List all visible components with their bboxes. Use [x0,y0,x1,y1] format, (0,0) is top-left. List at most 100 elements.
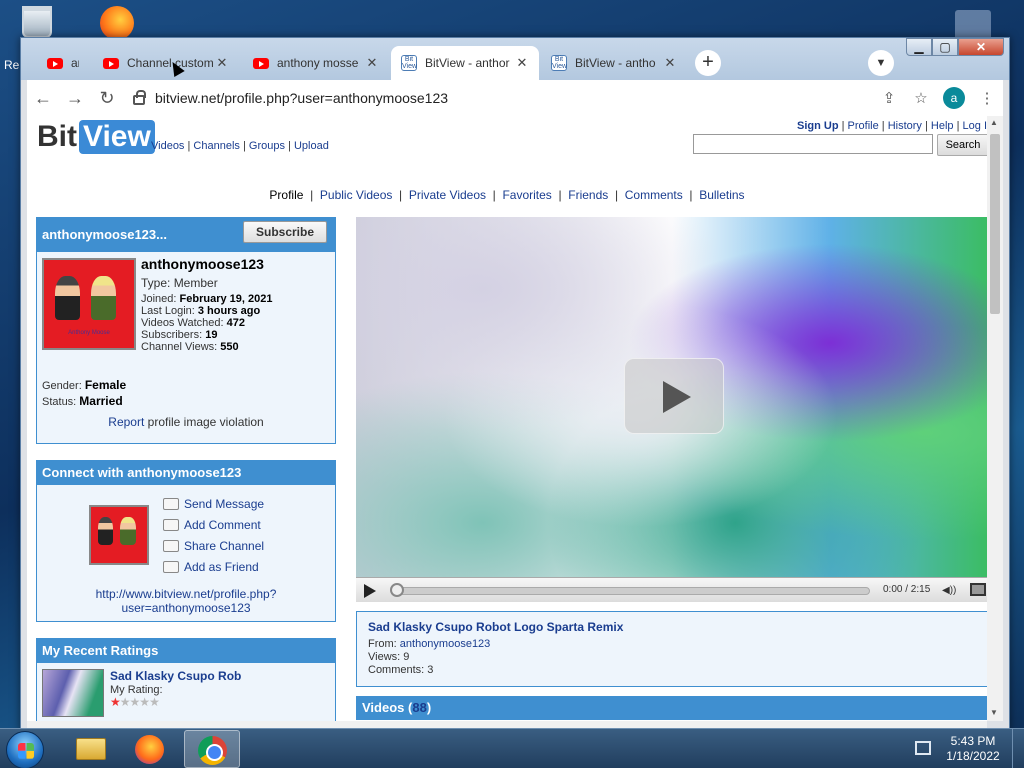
add-friend-link[interactable]: Add as Friend [184,560,259,574]
profile-box: anthonymoose123... Subscribe Anthony Moo… [36,217,336,444]
url-text[interactable]: bitview.net/profile.php?user=anthonymoos… [155,90,448,106]
taskbar-explorer[interactable] [62,730,118,768]
nav-videos[interactable]: Videos [151,140,184,152]
tab-friends[interactable]: Friends [568,188,608,202]
scroll-up-icon[interactable]: ▲ [990,118,998,127]
youtube-icon [253,57,269,69]
close-icon[interactable]: ✕ [365,55,379,71]
video-title[interactable]: Sad Klasky Csupo Robot Logo Sparta Remix [368,620,623,634]
chrome-icon [198,736,227,765]
help-link[interactable]: Help [931,120,954,132]
ratings-box-header: My Recent Ratings [37,639,335,663]
share-icon[interactable]: ⇪ [873,89,905,107]
send-message-action[interactable]: Send Message [163,497,264,511]
star-icon: ★ [139,695,150,709]
tab-bitview-active[interactable]: Bit View BitView - anthor ✕ [391,46,539,80]
forward-arrow-icon[interactable]: → [59,88,91,109]
user-links: Sign Up | Profile | History | Help | Log… [796,120,987,132]
taskbar-chrome[interactable] [184,730,240,768]
profile-joined: Joined: February 19, 2021 [141,293,273,305]
back-arrow-icon[interactable]: ← [27,88,59,109]
play-overlay-icon[interactable] [624,358,724,434]
video-author-link[interactable]: anthonymoose123 [400,638,491,650]
close-window-button[interactable]: ✕ [958,38,1004,56]
tab-bitview-2[interactable]: Bit View BitView - antho ✕ [541,46,687,80]
search-input[interactable] [693,134,933,154]
new-tab-button[interactable]: + [695,50,721,76]
start-button[interactable] [6,731,44,768]
nav-upload[interactable]: Upload [294,140,329,152]
taskbar-firefox[interactable] [122,730,178,768]
progress-bar[interactable] [392,587,870,595]
search-button[interactable]: Search [937,134,987,156]
report-line: Report profile image violation [37,415,335,429]
volume-icon[interactable]: ◀)) [942,585,960,597]
add-comment-action[interactable]: Add Comment [163,518,261,532]
network-icon[interactable] [915,741,931,755]
tab-strip: an Channel custom ✕ anthony mosse ✕ Bit … [21,38,1009,80]
nav-channels[interactable]: Channels [193,140,239,152]
scrollbar-thumb[interactable] [990,134,1000,314]
close-icon[interactable]: ✕ [515,55,529,71]
rated-video-title[interactable]: Sad Klasky Csupo Rob [110,669,241,683]
close-icon[interactable]: ✕ [215,55,229,71]
address-bar[interactable]: bitview.net/profile.php?user=anthonymoos… [127,84,873,112]
share-channel-link[interactable]: Share Channel [184,539,264,553]
report-link[interactable]: Report [108,415,144,429]
fullscreen-icon[interactable] [970,583,986,596]
main-nav: Videos | Channels | Groups | Upload [151,140,329,152]
channel-url-line1[interactable]: http://www.bitview.net/profile.php? [96,587,277,601]
history-link[interactable]: History [888,120,922,132]
ratings-box: My Recent Ratings Sad Klasky Csupo Rob M… [36,638,336,721]
rating-stars: ★★★★★ [110,695,160,709]
maximize-button[interactable]: ▢ [932,38,958,56]
share-channel-action[interactable]: Share Channel [163,539,264,553]
login-link[interactable]: Log I [963,120,987,132]
connect-profile-image[interactable] [89,505,149,565]
profile-link[interactable]: Profile [848,120,879,132]
subscribe-button[interactable]: Subscribe [243,221,327,243]
send-message-link[interactable]: Send Message [184,497,264,511]
bitview-logo[interactable]: Bit View [37,120,155,154]
profile-avatar[interactable]: a [943,87,965,109]
tab-youtube-channel[interactable]: Channel custom ✕ [93,46,239,80]
add-comment-link[interactable]: Add Comment [184,518,261,532]
progress-knob[interactable] [390,583,404,597]
profile-image[interactable]: Anthony Moose [42,258,136,350]
tab-bulletins[interactable]: Bulletins [699,188,744,202]
tab-private-videos[interactable]: Private Videos [409,188,486,202]
clock[interactable]: 5:43 PM 1/18/2022 [940,734,1006,764]
add-friend-icon [163,561,179,573]
bookmark-star-icon[interactable]: ☆ [905,89,937,107]
channel-url-line2[interactable]: user=anthonymoose123 [121,601,250,615]
nav-groups[interactable]: Groups [249,140,285,152]
tab-profile[interactable]: Profile [269,188,303,202]
signup-link[interactable]: Sign Up [797,120,839,132]
vertical-scrollbar[interactable]: ▲ ▼ [987,116,1003,721]
lock-icon [133,90,146,105]
minimize-button[interactable]: ▁ [906,38,932,56]
logo-bit: Bit [37,120,77,153]
channel-url[interactable]: http://www.bitview.net/profile.php? user=… [37,587,335,615]
tab-title: BitView - anthor [425,56,510,70]
menu-kebab-icon[interactable]: ⋮ [971,89,1003,107]
add-friend-action[interactable]: Add as Friend [163,560,259,574]
videos-count[interactable]: 88 [412,700,426,715]
tab-public-videos[interactable]: Public Videos [320,188,393,202]
rated-video-thumbnail[interactable] [42,669,104,717]
tab-comments[interactable]: Comments [625,188,683,202]
tab-youtube-anthony[interactable]: anthony mosse ✕ [243,46,389,80]
tab-search-button[interactable]: ▼ [868,50,894,76]
tab-favorites[interactable]: Favorites [502,188,551,202]
show-desktop-button[interactable] [1012,729,1024,768]
video-player[interactable]: 0:00 / 2:15 ◀)) [356,217,987,602]
tab-youtube-1[interactable]: an [37,46,89,80]
player-controls: 0:00 / 2:15 ◀)) [356,577,987,602]
close-icon[interactable]: ✕ [663,55,677,71]
firefox-icon [135,735,164,764]
play-icon[interactable] [364,584,376,598]
profile-subscribers: Subscribers: 19 [141,329,218,341]
scroll-down-icon[interactable]: ▼ [990,708,998,717]
reload-icon[interactable]: ↻ [91,88,123,109]
profile-status: Status: Married [42,394,123,408]
